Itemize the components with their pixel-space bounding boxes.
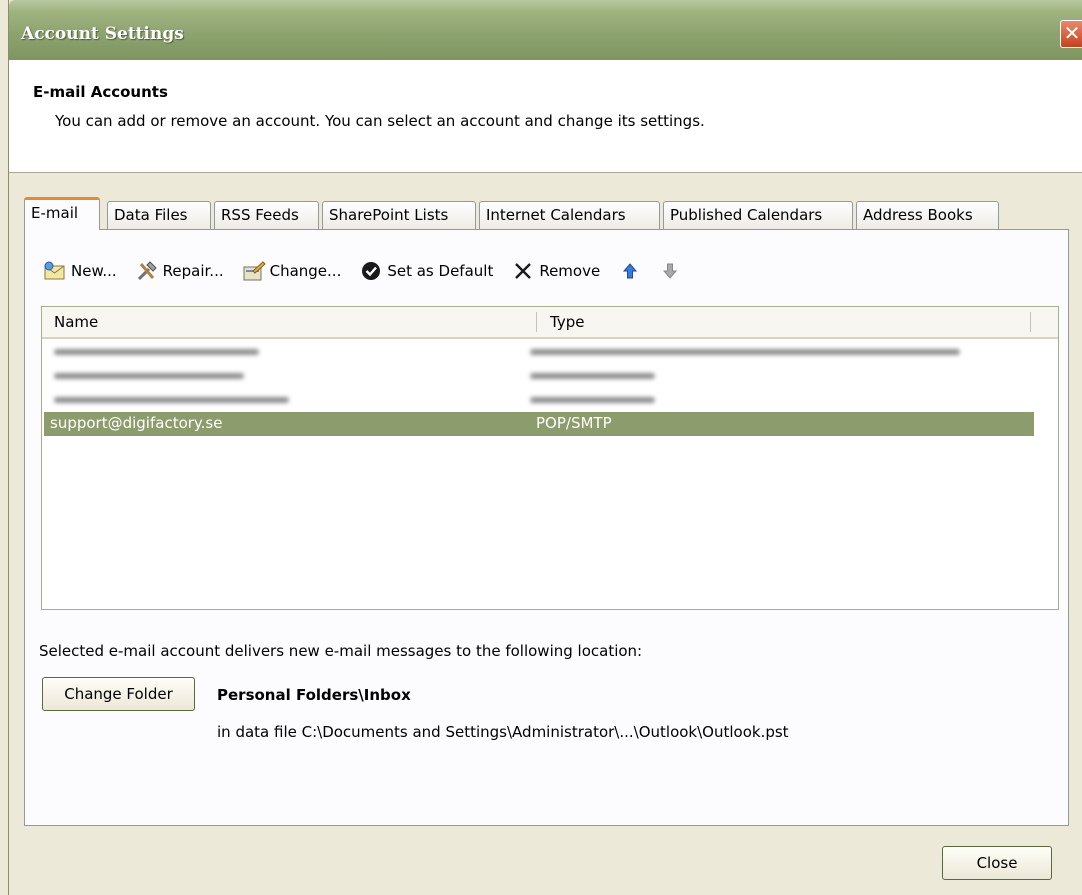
tab-email[interactable]: E-mail bbox=[24, 197, 100, 230]
change-icon bbox=[242, 260, 266, 282]
list-item-redacted[interactable] bbox=[44, 340, 1034, 364]
column-header-name[interactable]: Name bbox=[42, 307, 536, 337]
accounts-list[interactable]: Name Type support@digifactory.se POP/SMT… bbox=[41, 306, 1059, 610]
tab-sharepoint-lists[interactable]: SharePoint Lists bbox=[322, 201, 476, 229]
delivery-folder-path: Personal Folders\Inbox bbox=[217, 686, 411, 704]
change-account-button[interactable]: Change... bbox=[242, 260, 342, 282]
tab-rss-feeds[interactable]: RSS Feeds bbox=[214, 201, 319, 229]
repair-button-label: Repair... bbox=[162, 262, 224, 280]
remove-button-label: Remove bbox=[539, 262, 601, 280]
repair-tools-icon bbox=[135, 260, 159, 282]
remove-account-button[interactable]: Remove bbox=[511, 260, 600, 282]
list-item-selected-account[interactable]: support@digifactory.se POP/SMTP bbox=[44, 412, 1034, 436]
set-default-button[interactable]: Set as Default bbox=[359, 260, 493, 282]
new-account-button[interactable]: New... bbox=[43, 260, 117, 282]
account-name: support@digifactory.se bbox=[50, 414, 223, 432]
list-item-redacted[interactable] bbox=[44, 364, 1034, 388]
redacted-name bbox=[54, 373, 244, 379]
column-header-type[interactable]: Type bbox=[538, 307, 1030, 337]
account-settings-dialog: Account Settings ✕ E-mail Accounts You c… bbox=[8, 0, 1082, 895]
header-title: E-mail Accounts bbox=[33, 83, 168, 101]
close-window-icon[interactable]: ✕ bbox=[1060, 20, 1082, 48]
redacted-name bbox=[54, 397, 289, 403]
account-type: POP/SMTP bbox=[536, 414, 612, 432]
change-button-label: Change... bbox=[269, 262, 342, 280]
window-title: Account Settings bbox=[21, 24, 184, 44]
header-description: You can add or remove an account. You ca… bbox=[55, 112, 705, 130]
checkmark-icon bbox=[359, 260, 383, 282]
account-toolbar: New... Repair... Change... Set as Defaul… bbox=[43, 260, 698, 282]
data-file-path: in data file C:\Documents and Settings\A… bbox=[217, 723, 789, 741]
tab-address-books[interactable]: Address Books bbox=[856, 201, 999, 229]
repair-account-button[interactable]: Repair... bbox=[135, 260, 224, 282]
move-down-button[interactable] bbox=[658, 260, 686, 282]
arrow-down-icon bbox=[658, 260, 682, 282]
set-default-label: Set as Default bbox=[387, 262, 494, 280]
list-item-redacted[interactable] bbox=[44, 388, 1034, 412]
title-bar[interactable]: Account Settings ✕ bbox=[9, 0, 1082, 60]
move-up-button[interactable] bbox=[618, 260, 646, 282]
dialog-header: E-mail Accounts You can add or remove an… bbox=[9, 60, 1082, 173]
redacted-type bbox=[530, 349, 960, 355]
email-tab-panel: New... Repair... Change... Set as Defaul… bbox=[24, 229, 1069, 826]
new-email-icon bbox=[43, 260, 67, 282]
column-divider[interactable] bbox=[536, 312, 537, 332]
redacted-type bbox=[530, 397, 655, 403]
x-remove-icon bbox=[511, 260, 535, 282]
redacted-name bbox=[54, 349, 259, 355]
redacted-type bbox=[530, 373, 655, 379]
list-header: Name Type bbox=[42, 307, 1058, 339]
column-divider[interactable] bbox=[1030, 312, 1031, 332]
arrow-up-icon bbox=[618, 260, 642, 282]
new-button-label: New... bbox=[71, 262, 117, 280]
close-button[interactable]: Close bbox=[942, 846, 1052, 880]
delivery-description: Selected e-mail account delivers new e-m… bbox=[39, 642, 643, 660]
tab-internet-calendars[interactable]: Internet Calendars bbox=[479, 201, 660, 229]
tab-published-calendars[interactable]: Published Calendars bbox=[663, 201, 853, 229]
change-folder-button[interactable]: Change Folder bbox=[42, 677, 195, 711]
tab-data-files[interactable]: Data Files bbox=[107, 201, 211, 229]
